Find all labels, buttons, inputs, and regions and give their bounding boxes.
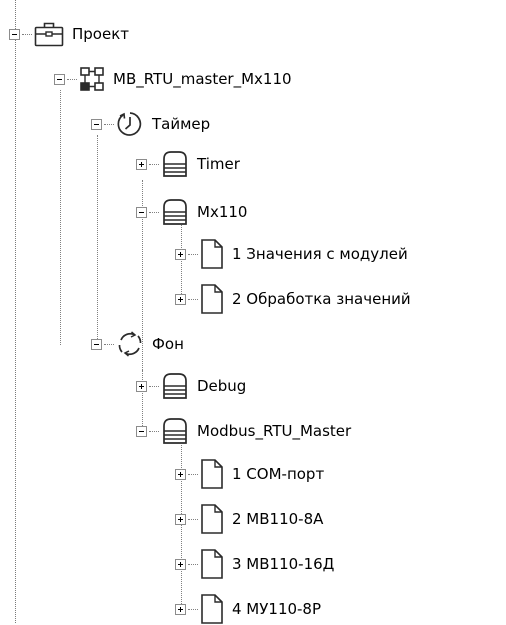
tree-node-label: Debug [197, 377, 247, 395]
expand-toggle[interactable] [175, 513, 186, 525]
collapse-toggle[interactable] [136, 206, 147, 218]
tree-node-page-mu8r[interactable]: 4 МУ110-8Р [175, 593, 321, 625]
expand-toggle[interactable] [136, 158, 147, 170]
cycle-arrows-icon [118, 331, 142, 357]
tree-node-label: 2 МВ110-8А [232, 510, 324, 528]
tree-guide-line [97, 135, 98, 345]
expand-toggle[interactable] [175, 603, 186, 615]
tree-node-label: MB_RTU_master_Mx110 [113, 70, 292, 88]
tree-node-timer-task[interactable]: Таймер [91, 108, 210, 140]
expand-toggle[interactable] [175, 248, 186, 260]
tree-node-background-task[interactable]: Фон [91, 328, 184, 360]
tree-node-page-values[interactable]: 1 Значения с модулей [175, 238, 408, 270]
tree-node-label: Modbus_RTU_Master [197, 422, 352, 440]
expand-toggle[interactable] [175, 468, 186, 480]
tree-node-label: 1 Значения с модулей [232, 245, 408, 263]
tree-node-label: Фон [152, 335, 184, 353]
tree-guide-line [60, 90, 61, 345]
page-icon [201, 459, 223, 489]
collapse-toggle[interactable] [9, 28, 20, 40]
collapse-toggle[interactable] [91, 338, 102, 350]
clock-icon [117, 112, 142, 136]
tree-node-page-processing[interactable]: 2 Обработка значений [175, 283, 411, 315]
collapse-toggle[interactable] [91, 118, 102, 130]
tree-node-page-com[interactable]: 1 COM-порт [175, 458, 324, 490]
collapse-toggle[interactable] [54, 73, 65, 85]
stack-icon [163, 199, 187, 225]
tree-node-program[interactable]: MB_RTU_master_Mx110 [54, 63, 292, 95]
collapse-toggle[interactable] [136, 425, 147, 437]
network-blocks-icon [80, 67, 104, 91]
stack-icon [163, 373, 187, 399]
expand-toggle[interactable] [175, 558, 186, 570]
tree-node-label: Mx110 [197, 203, 248, 221]
tree-node-page-mv16d[interactable]: 3 МВ110-16Д [175, 548, 334, 580]
tree-node-label: 4 МУ110-8Р [232, 600, 322, 618]
tree-root-guide-line [15, 0, 16, 623]
tree-node-modbus-macro[interactable]: Modbus_RTU_Master [136, 415, 351, 447]
tree-node-label: 2 Обработка значений [232, 290, 411, 308]
tree-node-timer-macro[interactable]: Timer [136, 148, 240, 180]
tree-node-label: Таймер [152, 115, 211, 133]
briefcase-icon [34, 22, 64, 47]
tree-node-label: 1 COM-порт [232, 465, 325, 483]
expand-toggle[interactable] [175, 293, 186, 305]
tree-node-project[interactable]: Проект [9, 18, 129, 50]
page-icon [201, 284, 223, 314]
stack-icon [163, 418, 187, 444]
expand-toggle[interactable] [136, 380, 147, 392]
tree-node-mx110-macro[interactable]: Mx110 [136, 196, 247, 228]
stack-icon [163, 151, 187, 177]
tree-node-label: Timer [197, 155, 240, 173]
page-icon [201, 549, 223, 579]
tree-node-debug-macro[interactable]: Debug [136, 370, 246, 402]
page-icon [201, 594, 223, 624]
page-icon [201, 239, 223, 269]
tree-node-page-mv8a[interactable]: 2 МВ110-8А [175, 503, 323, 535]
tree-node-label: 3 МВ110-16Д [232, 555, 335, 573]
page-icon [201, 504, 223, 534]
tree-node-label: Проект [72, 25, 130, 43]
